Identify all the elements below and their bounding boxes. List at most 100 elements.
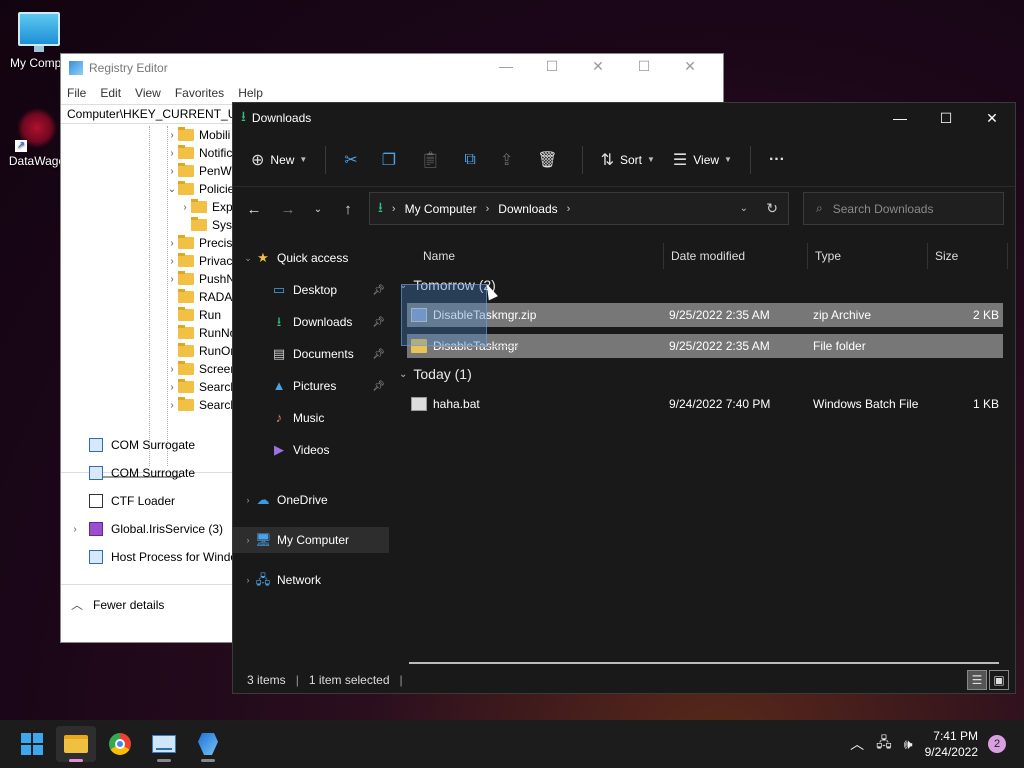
chevron-down-icon[interactable]: ⌄ bbox=[399, 369, 407, 380]
column-header-name[interactable]: Name bbox=[423, 245, 455, 267]
share-button[interactable]: ⇪ bbox=[500, 150, 519, 170]
column-header-size[interactable]: Size bbox=[935, 245, 958, 267]
breadcrumb-my-computer[interactable]: My Computer bbox=[405, 202, 477, 216]
pin-icon[interactable]: 📌︎ bbox=[372, 285, 385, 296]
chevron-right-icon[interactable]: › bbox=[166, 400, 178, 411]
chevron-right-icon[interactable]: › bbox=[166, 274, 178, 285]
process-row[interactable]: COM Surrogate bbox=[73, 462, 195, 484]
paste-button[interactable]: 📋︎ bbox=[420, 150, 446, 170]
copy-button[interactable]: ❐ bbox=[382, 150, 402, 170]
up-arrow-icon[interactable]: ↑ bbox=[331, 201, 365, 218]
tree-item[interactable]: RunNo bbox=[166, 324, 236, 342]
fewer-details-button[interactable]: ︿ Fewer details bbox=[61, 584, 233, 624]
file-row[interactable]: DisableTaskmgr.zip 9/25/2022 2:35 AM zip… bbox=[407, 303, 1003, 327]
details-view-icon[interactable]: ☰ bbox=[967, 670, 987, 690]
column-divider[interactable] bbox=[807, 243, 808, 269]
tree-item[interactable]: › Screen bbox=[166, 360, 237, 378]
sidebar-item-quick-access[interactable]: ⌄ ★ Quick access bbox=[233, 245, 389, 271]
tree-item[interactable]: › PenWo bbox=[166, 162, 238, 180]
breadcrumb-separator-icon[interactable]: › bbox=[486, 203, 490, 215]
tree-item[interactable]: › Privacy bbox=[166, 252, 238, 270]
chevron-right-icon[interactable]: › bbox=[241, 495, 255, 505]
breadcrumb-downloads[interactable]: Downloads bbox=[498, 202, 557, 216]
tree-item[interactable]: RunOn bbox=[166, 342, 237, 360]
new-button[interactable]: ⊕ New ▼ bbox=[251, 150, 307, 170]
chevron-up-icon[interactable]: ︿ bbox=[850, 734, 864, 754]
start-button[interactable] bbox=[12, 726, 52, 762]
notification-badge[interactable]: 2 bbox=[988, 735, 1006, 753]
chevron-down-icon[interactable]: ⌄ bbox=[166, 184, 178, 195]
tree-item[interactable]: › PushN bbox=[166, 270, 235, 288]
refresh-icon[interactable]: ↻ bbox=[766, 200, 778, 217]
taskbar-registry-editor[interactable] bbox=[188, 726, 228, 762]
group-header-today[interactable]: ⌄ Today (1) bbox=[399, 366, 472, 382]
tree-item[interactable]: › Exp bbox=[179, 198, 233, 216]
maximize-icon[interactable]: ☐ bbox=[529, 58, 575, 75]
chevron-right-icon[interactable]: › bbox=[166, 256, 178, 267]
tree-item[interactable]: › Search bbox=[166, 396, 237, 414]
menu-view[interactable]: View bbox=[135, 86, 161, 100]
process-row[interactable]: CTF Loader bbox=[73, 490, 175, 512]
column-divider[interactable] bbox=[663, 243, 664, 269]
tree-item[interactable]: RADAR bbox=[166, 288, 241, 306]
chevron-right-icon[interactable]: › bbox=[166, 364, 178, 375]
taskbar-chrome[interactable] bbox=[100, 726, 140, 762]
rename-button[interactable]: ⧉ bbox=[464, 151, 481, 169]
tree-item-expanded[interactable]: ⌄ Policie bbox=[166, 180, 234, 198]
breadcrumb-separator-icon[interactable]: › bbox=[567, 203, 571, 215]
address-bar[interactable]: ⭳ › My Computer › Downloads › ⌄ ↻ bbox=[369, 192, 789, 225]
tree-item[interactable]: › Mobili bbox=[166, 126, 230, 144]
chevron-right-icon[interactable]: › bbox=[179, 202, 191, 213]
column-divider[interactable] bbox=[1007, 243, 1008, 269]
pin-icon[interactable]: 📌︎ bbox=[372, 381, 385, 392]
sidebar-item-onedrive[interactable]: › ☁ OneDrive bbox=[233, 487, 389, 513]
maximize-icon[interactable]: ☐ bbox=[923, 103, 969, 133]
tree-item[interactable]: › Precisi bbox=[166, 234, 235, 252]
back-arrow-icon[interactable]: ← bbox=[237, 201, 271, 218]
sidebar-item-my-computer[interactable]: › 🖥︎ My Computer bbox=[233, 527, 389, 553]
tree-item[interactable]: Run bbox=[166, 306, 221, 324]
tree-item-selected[interactable]: Sys bbox=[191, 216, 232, 234]
large-icons-view-icon[interactable]: ▣ bbox=[989, 670, 1009, 690]
column-header-type[interactable]: Type bbox=[815, 245, 841, 267]
menu-edit[interactable]: Edit bbox=[100, 86, 121, 100]
minimize-icon[interactable]: — bbox=[483, 58, 529, 75]
sidebar-item-videos[interactable]: ▶ Videos bbox=[233, 437, 389, 463]
pin-icon[interactable]: 📌︎ bbox=[372, 349, 385, 360]
chevron-right-icon[interactable]: › bbox=[166, 238, 178, 249]
chevron-right-icon[interactable]: › bbox=[166, 166, 178, 177]
tree-item[interactable]: › Notific bbox=[166, 144, 232, 162]
sidebar-item-pictures[interactable]: ▲ Pictures 📌︎ bbox=[233, 373, 389, 399]
chevron-right-icon[interactable]: › bbox=[241, 575, 255, 585]
menu-favorites[interactable]: Favorites bbox=[175, 86, 224, 100]
menu-help[interactable]: Help bbox=[238, 86, 263, 100]
address-history-chevron-icon[interactable]: ⌄ bbox=[740, 203, 748, 214]
file-row[interactable]: DisableTaskmgr 9/25/2022 2:35 AM File fo… bbox=[407, 334, 1003, 358]
process-row[interactable]: COM Surrogate bbox=[73, 434, 195, 456]
forward-arrow-icon[interactable]: → bbox=[271, 201, 305, 218]
recent-locations-icon[interactable]: ⌄ bbox=[305, 204, 331, 215]
chevron-down-icon[interactable]: ⌄ bbox=[241, 253, 255, 264]
chevron-right-icon[interactable]: › bbox=[166, 148, 178, 159]
see-more-button[interactable]: ··· bbox=[769, 151, 791, 169]
sidebar-item-documents[interactable]: ▤ Documents 📌︎ bbox=[233, 341, 389, 367]
sidebar-item-network[interactable]: › 🖧︎ Network bbox=[233, 567, 389, 593]
minimize-icon[interactable]: — bbox=[877, 103, 923, 133]
column-header-date-modified[interactable]: Date modified bbox=[671, 245, 745, 267]
network-status-icon[interactable]: 🖧︎ bbox=[876, 732, 892, 756]
taskbar-file-explorer[interactable] bbox=[56, 726, 96, 762]
cut-button[interactable]: ✂ bbox=[344, 150, 363, 170]
file-list-horizontal-scrollbar[interactable] bbox=[409, 662, 999, 664]
sidebar-item-downloads[interactable]: ⭳ Downloads 📌︎ bbox=[233, 309, 389, 335]
view-button[interactable]: ☰ View ▼ bbox=[673, 150, 732, 170]
chevron-right-icon[interactable]: › bbox=[166, 382, 178, 393]
process-row[interactable]: Host Process for Windo bbox=[73, 546, 237, 568]
sort-button[interactable]: ⇅ Sort ▼ bbox=[601, 150, 655, 170]
tree-item[interactable]: › Search bbox=[166, 378, 237, 396]
file-row[interactable]: haha.bat 9/24/2022 7:40 PM Windows Batch… bbox=[407, 392, 1003, 416]
process-row[interactable]: › Global.IrisService (3) bbox=[61, 518, 223, 540]
close-icon[interactable]: ✕ bbox=[575, 58, 621, 75]
search-input[interactable]: ⌕ Search Downloads bbox=[803, 192, 1004, 225]
chevron-right-icon[interactable]: › bbox=[61, 524, 89, 535]
sidebar-item-desktop[interactable]: ▭ Desktop 📌︎ bbox=[233, 277, 389, 303]
